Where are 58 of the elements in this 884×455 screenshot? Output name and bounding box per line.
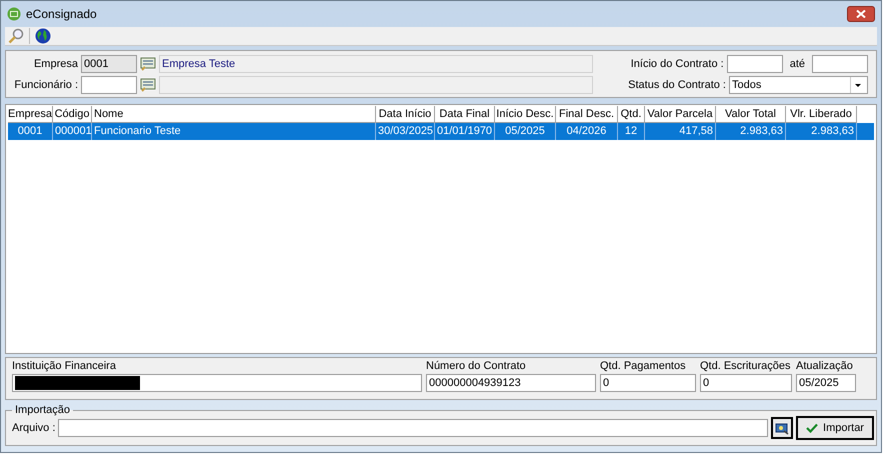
date-to-field[interactable] xyxy=(812,55,868,73)
column-header[interactable]: Valor Parcela xyxy=(645,106,716,123)
column-header[interactable]: Final Desc. xyxy=(556,106,618,123)
funcionario-label: Funcionário : xyxy=(13,79,78,91)
browse-button[interactable] xyxy=(771,417,793,439)
column-header[interactable]: Empresa xyxy=(8,106,53,123)
table-cell: 0001 xyxy=(8,123,53,140)
arquivo-label: Arquivo : xyxy=(12,422,56,434)
table-cell: Funcionario Teste xyxy=(92,123,376,140)
detail-field: 0 xyxy=(600,374,696,392)
field-label: Atualização xyxy=(796,360,854,372)
detail-field: 0 xyxy=(700,374,792,392)
column-header[interactable]: Início Desc. xyxy=(495,106,556,123)
close-button[interactable] xyxy=(847,6,875,22)
lookup-icon[interactable] xyxy=(140,57,156,71)
checkmark-icon xyxy=(806,423,818,433)
importacao-legend: Importação xyxy=(12,404,74,416)
field-label: Qtd. Escriturações xyxy=(700,360,792,372)
column-header[interactable]: Data Início xyxy=(376,106,435,123)
empresa-label: Empresa xyxy=(32,58,78,70)
column-header[interactable]: Valor Total xyxy=(716,106,786,123)
detail-field: 000000004939123 xyxy=(426,374,596,392)
empresa-name-field: Empresa Teste xyxy=(159,55,593,73)
close-icon xyxy=(856,10,866,18)
status-dropdown[interactable]: Todos xyxy=(729,76,868,94)
table-cell: 000001 xyxy=(53,123,92,140)
table-cell: 01/01/1970 xyxy=(435,123,495,140)
date-from-field[interactable] xyxy=(726,55,783,73)
field-label: Qtd. Pagamentos xyxy=(600,360,687,372)
table-cell: 2.983,63 xyxy=(786,123,857,140)
column-header[interactable]: Código xyxy=(53,106,92,123)
inicio-contrato-label: Início do Contrato : xyxy=(630,58,724,70)
app-icon xyxy=(7,7,21,21)
column-header[interactable]: Nome xyxy=(92,106,376,123)
empresa-code-field[interactable]: 0001 xyxy=(81,55,137,73)
column-header[interactable]: Qtd. xyxy=(618,106,645,123)
column-header[interactable]: Vlr. Liberado xyxy=(786,106,857,123)
lookup-icon[interactable] xyxy=(140,78,156,92)
field-label: Número do Contrato xyxy=(426,360,527,372)
table-cell: 05/2025 xyxy=(495,123,556,140)
ate-label: até xyxy=(790,58,805,70)
column-header[interactable]: Data Final xyxy=(435,106,495,123)
picture-folder-icon xyxy=(775,421,789,435)
table-row[interactable]: 0001 000001 Funcionario Teste 30/03/2025 01/01/1970 05/2025 04/2026 12 417,58 2.983,63 2.983,63 xyxy=(8,123,874,140)
field-label: Instituição Financeira xyxy=(12,360,117,372)
table-cell: 2.983,63 xyxy=(716,123,786,140)
detail-field: 05/2025 xyxy=(796,374,856,392)
table-cell: 04/2026 xyxy=(556,123,618,140)
funcionario-field[interactable] xyxy=(81,76,137,94)
table-cell: 417,58 xyxy=(645,123,716,140)
status-contrato-label: Status do Contrato : xyxy=(628,79,726,91)
search-icon[interactable] xyxy=(8,28,24,44)
window-title: eConsignado xyxy=(26,7,97,21)
globe-icon[interactable] xyxy=(35,28,51,44)
table-cell: 12 xyxy=(618,123,645,140)
import-button[interactable]: Importar xyxy=(796,416,874,440)
table-cell: 30/03/2025 xyxy=(376,123,435,140)
file-field[interactable] xyxy=(58,419,768,437)
